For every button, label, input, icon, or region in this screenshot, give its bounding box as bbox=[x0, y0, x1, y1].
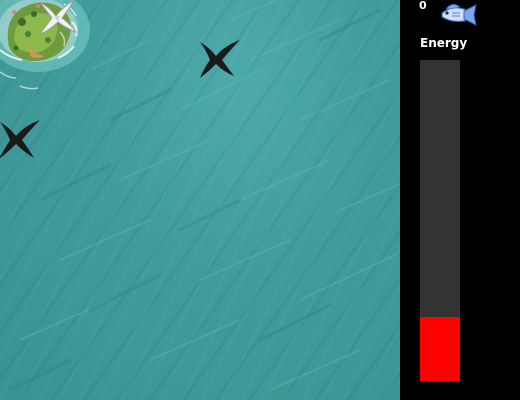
black-bird-icon bbox=[0, 120, 40, 159]
energy-label: Energy bbox=[420, 36, 468, 50]
game-viewport[interactable] bbox=[0, 0, 400, 400]
score-counter: 0 bbox=[419, 0, 427, 12]
energy-bar bbox=[420, 60, 460, 381]
energy-bar-fill bbox=[420, 316, 460, 381]
game-screen: 0 Energy bbox=[0, 0, 520, 400]
hud-panel: 0 Energy bbox=[400, 0, 520, 400]
fish-icon bbox=[441, 3, 477, 26]
white-bird-icon bbox=[38, 0, 78, 36]
black-bird-icon bbox=[200, 40, 240, 78]
